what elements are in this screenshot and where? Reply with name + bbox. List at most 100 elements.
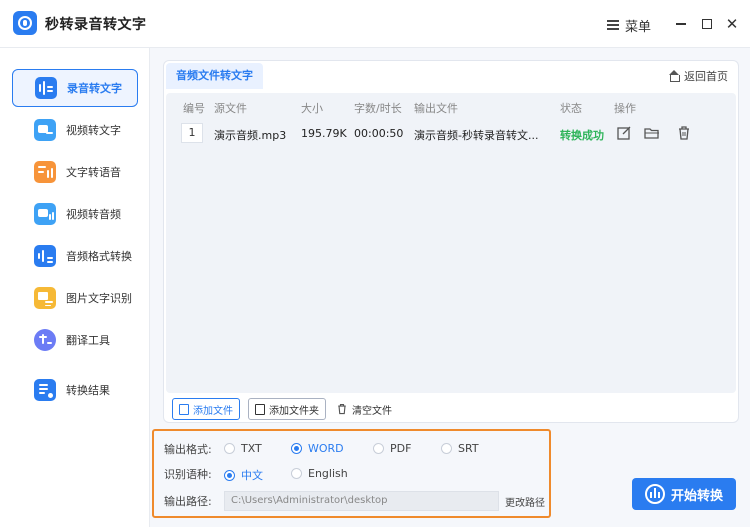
minimize-icon xyxy=(676,23,686,25)
radio-label: TXT xyxy=(241,442,262,455)
format-radio-srt[interactable]: SRT xyxy=(441,442,479,455)
format-label: 输出格式: xyxy=(164,443,212,456)
sidebar-item-label: 视频转文字 xyxy=(66,124,121,137)
add-folder-label: 添加文件夹 xyxy=(269,405,319,417)
radio-label: PDF xyxy=(390,442,412,455)
path-row: 输出路径: xyxy=(164,491,224,511)
radio-dot xyxy=(224,469,235,481)
change-path-button[interactable]: 更改路径 xyxy=(505,494,545,509)
row-source: 演示音频.mp3 xyxy=(214,129,287,142)
table-header: 编号 源文件 大小 字数/时长 输出文件 状态 操作 xyxy=(166,93,736,119)
format-radio-word[interactable]: WORD xyxy=(291,442,344,455)
row-duration: 00:00:50 xyxy=(354,127,404,140)
sidebar-item-label: 视频转音频 xyxy=(66,208,121,221)
maximize-button[interactable] xyxy=(698,14,716,34)
audio-format-icon xyxy=(34,245,56,267)
sidebar-item-translate[interactable]: 翻译工具 xyxy=(12,321,138,359)
radio-label: English xyxy=(308,467,348,480)
col-output: 输出文件 xyxy=(414,102,458,115)
back-home-link[interactable]: 返回首页 xyxy=(668,68,728,84)
add-file-icon xyxy=(179,403,189,415)
format-radio-txt[interactable]: TXT xyxy=(224,442,262,455)
start-convert-icon xyxy=(644,484,665,504)
sidebar: 录音转文字 视频转文字 文字转语音 视频转音频 音频格式转换 图片文字识别 翻译… xyxy=(0,48,150,527)
sidebar-item-label: 音频格式转换 xyxy=(66,250,132,263)
close-icon: ✕ xyxy=(725,15,739,33)
format-row: 输出格式: xyxy=(164,439,224,459)
trash-icon xyxy=(338,403,346,415)
output-settings: 输出格式: TXT WORD PDF SRT 识别语种: 中文 English … xyxy=(152,429,551,518)
col-actions: 操作 xyxy=(614,102,636,115)
language-label: 识别语种: xyxy=(164,468,212,481)
col-status: 状态 xyxy=(560,102,582,115)
file-actions: 添加文件 添加文件夹 清空文件 xyxy=(172,398,394,420)
radio-label: 中文 xyxy=(241,469,263,482)
col-index: 编号 xyxy=(183,102,205,115)
language-row: 识别语种: xyxy=(164,464,224,484)
add-folder-button[interactable]: 添加文件夹 xyxy=(248,398,326,420)
file-table: 编号 源文件 大小 字数/时长 输出文件 状态 操作 1 演示音频.mp3 19… xyxy=(166,93,736,393)
app-title: 秒转录音转文字 xyxy=(45,17,147,33)
file-panel: 音频文件转文字 返回首页 编号 源文件 大小 字数/时长 输出文件 状态 操作 … xyxy=(163,60,739,423)
add-folder-icon xyxy=(255,403,265,415)
path-label: 输出路径: xyxy=(164,495,212,508)
radio-dot xyxy=(291,468,302,479)
translate-icon xyxy=(34,329,56,351)
start-convert-button[interactable]: 开始转换 xyxy=(632,478,736,510)
sidebar-item-record-to-text[interactable]: 录音转文字 xyxy=(12,69,138,107)
language-radio-chinese[interactable]: 中文 xyxy=(224,467,263,483)
sidebar-item-image-ocr[interactable]: 图片文字识别 xyxy=(12,279,138,317)
radio-dot xyxy=(373,443,384,454)
clear-files-button[interactable]: 清空文件 xyxy=(334,398,394,420)
col-duration: 字数/时长 xyxy=(354,102,402,115)
row-status: 转换成功 xyxy=(560,129,604,142)
add-file-button[interactable]: 添加文件 xyxy=(172,398,240,420)
tab-audio-to-text[interactable]: 音频文件转文字 xyxy=(166,63,263,89)
sidebar-item-audio-format[interactable]: 音频格式转换 xyxy=(12,237,138,275)
back-home-label: 返回首页 xyxy=(684,70,728,83)
row-size: 195.79K xyxy=(301,127,347,140)
sidebar-item-video-to-text[interactable]: 视频转文字 xyxy=(12,111,138,149)
app-logo-icon xyxy=(13,11,37,35)
video-to-audio-icon xyxy=(34,203,56,225)
col-source: 源文件 xyxy=(214,102,247,115)
menu-label: 菜单 xyxy=(625,19,652,35)
sidebar-item-label: 转换结果 xyxy=(66,384,110,397)
radio-dot xyxy=(224,443,235,454)
language-radio-english[interactable]: English xyxy=(291,467,348,480)
sidebar-item-results[interactable]: 转换结果 xyxy=(12,371,138,409)
output-path-field[interactable]: C:\Users\Administrator\desktop xyxy=(224,491,499,511)
maximize-icon xyxy=(702,19,712,29)
open-folder-icon[interactable] xyxy=(644,125,660,141)
radio-label: SRT xyxy=(458,442,479,455)
radio-dot xyxy=(291,443,302,454)
menu-button[interactable]: 菜单 xyxy=(607,15,651,35)
edit-icon[interactable] xyxy=(616,125,632,141)
table-row[interactable]: 1 演示音频.mp3 195.79K 00:00:50 演示音频-秒转录音转文.… xyxy=(166,119,736,149)
sidebar-item-label: 图片文字识别 xyxy=(66,292,132,305)
row-index: 1 xyxy=(181,123,203,143)
col-size: 大小 xyxy=(301,102,323,115)
sidebar-item-video-to-audio[interactable]: 视频转音频 xyxy=(12,195,138,233)
sidebar-item-label: 翻译工具 xyxy=(66,334,110,347)
radio-label: WORD xyxy=(308,442,344,455)
text-to-speech-icon xyxy=(34,161,56,183)
row-output[interactable]: 演示音频-秒转录音转文... xyxy=(414,127,538,143)
hamburger-icon xyxy=(607,20,619,30)
sidebar-item-label: 文字转语音 xyxy=(66,166,121,179)
title-bar: 秒转录音转文字 菜单 ✕ xyxy=(0,0,750,48)
sidebar-item-text-to-speech[interactable]: 文字转语音 xyxy=(12,153,138,191)
results-icon xyxy=(34,379,56,401)
add-file-label: 添加文件 xyxy=(193,405,233,417)
minimize-button[interactable] xyxy=(672,14,690,34)
close-button[interactable]: ✕ xyxy=(723,14,741,34)
clear-files-label: 清空文件 xyxy=(352,405,392,417)
start-convert-label: 开始转换 xyxy=(670,488,723,504)
format-radio-pdf[interactable]: PDF xyxy=(373,442,411,455)
radio-dot xyxy=(441,443,452,454)
delete-icon[interactable] xyxy=(676,125,692,141)
home-icon xyxy=(668,70,680,82)
sidebar-item-label: 录音转文字 xyxy=(67,82,122,95)
record-to-text-icon xyxy=(35,77,57,99)
image-ocr-icon xyxy=(34,287,56,309)
